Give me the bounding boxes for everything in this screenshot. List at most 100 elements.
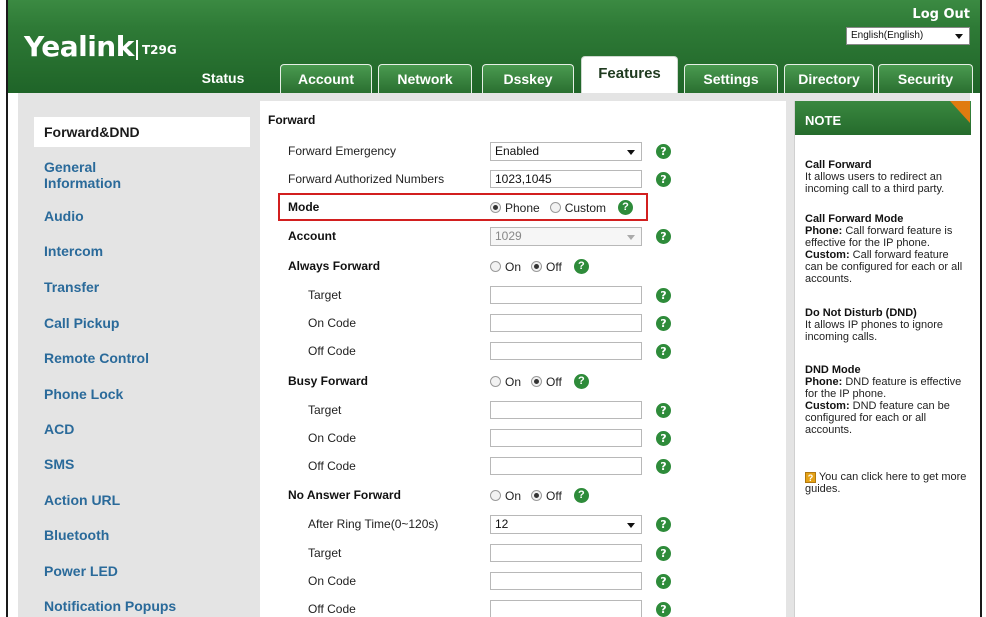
note-dnd-custom: Custom: DND feature can be configured fo… (805, 400, 969, 436)
chevron-down-icon (627, 150, 635, 155)
note-mode-phone-label: Phone: (805, 225, 843, 237)
busy-forward-target-input[interactable] (490, 401, 642, 419)
chevron-down-icon (627, 523, 635, 528)
help-icon[interactable]: ? (656, 172, 671, 187)
tab-directory[interactable]: Directory (784, 64, 874, 93)
help-icon[interactable]: ? (573, 259, 589, 274)
help-icon[interactable]: ? (656, 316, 671, 331)
help-icon[interactable]: ? (656, 229, 671, 244)
sidebar-item-action-url[interactable]: Action URL (44, 492, 120, 508)
forward-form: Forward Forward Emergency Enabled ? Forw… (260, 101, 786, 617)
account-value: 1029 (495, 229, 522, 243)
ring-time-select[interactable]: 12 (490, 515, 642, 534)
help-icon[interactable]: ? (656, 431, 671, 446)
account-select[interactable]: 1029 (490, 227, 642, 246)
no-answer-forward-on-radio[interactable] (490, 490, 501, 501)
sidebar-item-audio[interactable]: Audio (44, 208, 84, 224)
busy-forward-label: Busy Forward (288, 374, 369, 388)
help-icon[interactable]: ? (656, 602, 671, 617)
note-corner-decoration (950, 101, 970, 123)
help-icon[interactable]: ? (656, 288, 671, 303)
help-icon[interactable]: ? (573, 374, 589, 389)
note-dnd-phone: Phone: DND feature is effective for the … (805, 376, 969, 400)
logo-separator (136, 40, 138, 60)
help-icon[interactable]: ? (656, 403, 671, 418)
note-dnd-phone-label: Phone: (805, 376, 843, 388)
tab-account[interactable]: Account (280, 64, 372, 93)
tab-network[interactable]: Network (378, 64, 472, 93)
help-icon[interactable]: ? (656, 144, 671, 159)
logout-link[interactable]: Log Out (912, 7, 970, 22)
sidebar-item-transfer[interactable]: Transfer (44, 279, 99, 295)
always-forward-target-input[interactable] (490, 286, 642, 304)
always-forward-off-radio[interactable] (531, 261, 543, 272)
forward-emergency-value: Enabled (495, 144, 540, 158)
language-value: English(English) (851, 30, 924, 41)
help-icon[interactable]: ? (656, 517, 671, 532)
busy-forward-on-code-label: On Code (308, 431, 357, 445)
busy-forward-off-radio[interactable] (531, 376, 543, 387)
busy-forward-on-radio[interactable] (490, 376, 501, 387)
help-icon[interactable]: ? (656, 459, 671, 474)
note-dnd-mode: DND Mode Phone: DND feature is effective… (805, 364, 969, 436)
mode-custom-label: Custom (564, 200, 607, 215)
tab-status[interactable]: Status (180, 64, 266, 93)
help-icon[interactable]: ? (573, 488, 589, 503)
no-answer-off-code-input[interactable] (490, 600, 642, 617)
note-call-forward-text: It allows users to redirect an incoming … (805, 171, 945, 195)
always-forward-off-code-label: Off Code (308, 344, 356, 358)
no-answer-on-code-input[interactable] (490, 572, 642, 590)
no-answer-forward-radio-group: On Off ? (490, 488, 589, 503)
account-label: Account (288, 229, 336, 243)
model-label: T29G (142, 43, 177, 57)
yealink-logo: Yealink (24, 30, 134, 63)
always-forward-target-label: Target (308, 288, 342, 302)
sidebar-item-bluetooth[interactable]: Bluetooth (44, 527, 109, 543)
no-answer-forward-on-label: On (505, 488, 522, 503)
no-answer-target-label: Target (308, 546, 342, 560)
help-icon[interactable]: ? (656, 344, 671, 359)
help-icon[interactable]: ? (656, 546, 671, 561)
mode-phone-radio[interactable] (490, 202, 501, 213)
busy-forward-on-code-input[interactable] (490, 429, 642, 447)
tab-settings[interactable]: Settings (684, 64, 778, 93)
note-dnd-custom-label: Custom: (805, 400, 850, 412)
always-forward-on-label: On (505, 259, 522, 274)
sidebar-item-notification-popups[interactable]: Notification Popups (44, 598, 176, 614)
note-guides-link[interactable]: ? You can click here to get more guides. (805, 471, 969, 495)
always-forward-on-radio[interactable] (490, 261, 501, 272)
note-call-forward-mode: Call Forward Mode Phone: Call forward fe… (805, 213, 969, 285)
mode-custom-radio[interactable] (549, 202, 561, 213)
sidebar-item-intercom[interactable]: Intercom (44, 243, 103, 259)
sidebar-item-remote-control[interactable]: Remote Control (44, 350, 149, 366)
always-forward-on-code-input[interactable] (490, 314, 642, 332)
forward-emergency-select[interactable]: Enabled (490, 142, 642, 161)
help-icon[interactable]: ? (618, 200, 634, 215)
sidebar-item-general-information[interactable]: General Information (44, 159, 154, 191)
no-answer-forward-label: No Answer Forward (288, 488, 401, 502)
tab-features[interactable]: Features (581, 56, 678, 93)
busy-forward-radio-group: On Off ? (490, 374, 589, 389)
no-answer-target-input[interactable] (490, 544, 642, 562)
sidebar-item-sms[interactable]: SMS (44, 456, 74, 472)
no-answer-forward-off-radio[interactable] (531, 490, 543, 501)
no-answer-forward-off-label: Off (546, 488, 562, 503)
language-select[interactable]: English(English) (846, 27, 970, 45)
sidebar-item-power-led[interactable]: Power LED (44, 563, 118, 579)
forward-emergency-label: Forward Emergency (288, 144, 397, 158)
tab-dsskey[interactable]: Dsskey (482, 64, 574, 93)
tab-security[interactable]: Security (878, 64, 973, 93)
sidebar-item-acd[interactable]: ACD (44, 421, 74, 437)
chevron-down-icon (627, 235, 635, 240)
browser-frame: Yealink T29G Log Out English(English) St… (6, 0, 982, 617)
sidebar-item-phone-lock[interactable]: Phone Lock (44, 386, 123, 402)
mode-phone-label: Phone (505, 200, 540, 215)
sidebar-item-forward-dnd[interactable]: Forward&DND (44, 124, 140, 140)
busy-forward-off-code-input[interactable] (490, 457, 642, 475)
always-forward-off-code-input[interactable] (490, 342, 642, 360)
help-icon[interactable]: ? (656, 574, 671, 589)
forward-authorized-numbers-input[interactable]: 1023,1045 (490, 170, 642, 188)
guide-icon: ? (805, 472, 816, 483)
busy-forward-off-code-label: Off Code (308, 459, 356, 473)
sidebar-item-call-pickup[interactable]: Call Pickup (44, 315, 119, 331)
